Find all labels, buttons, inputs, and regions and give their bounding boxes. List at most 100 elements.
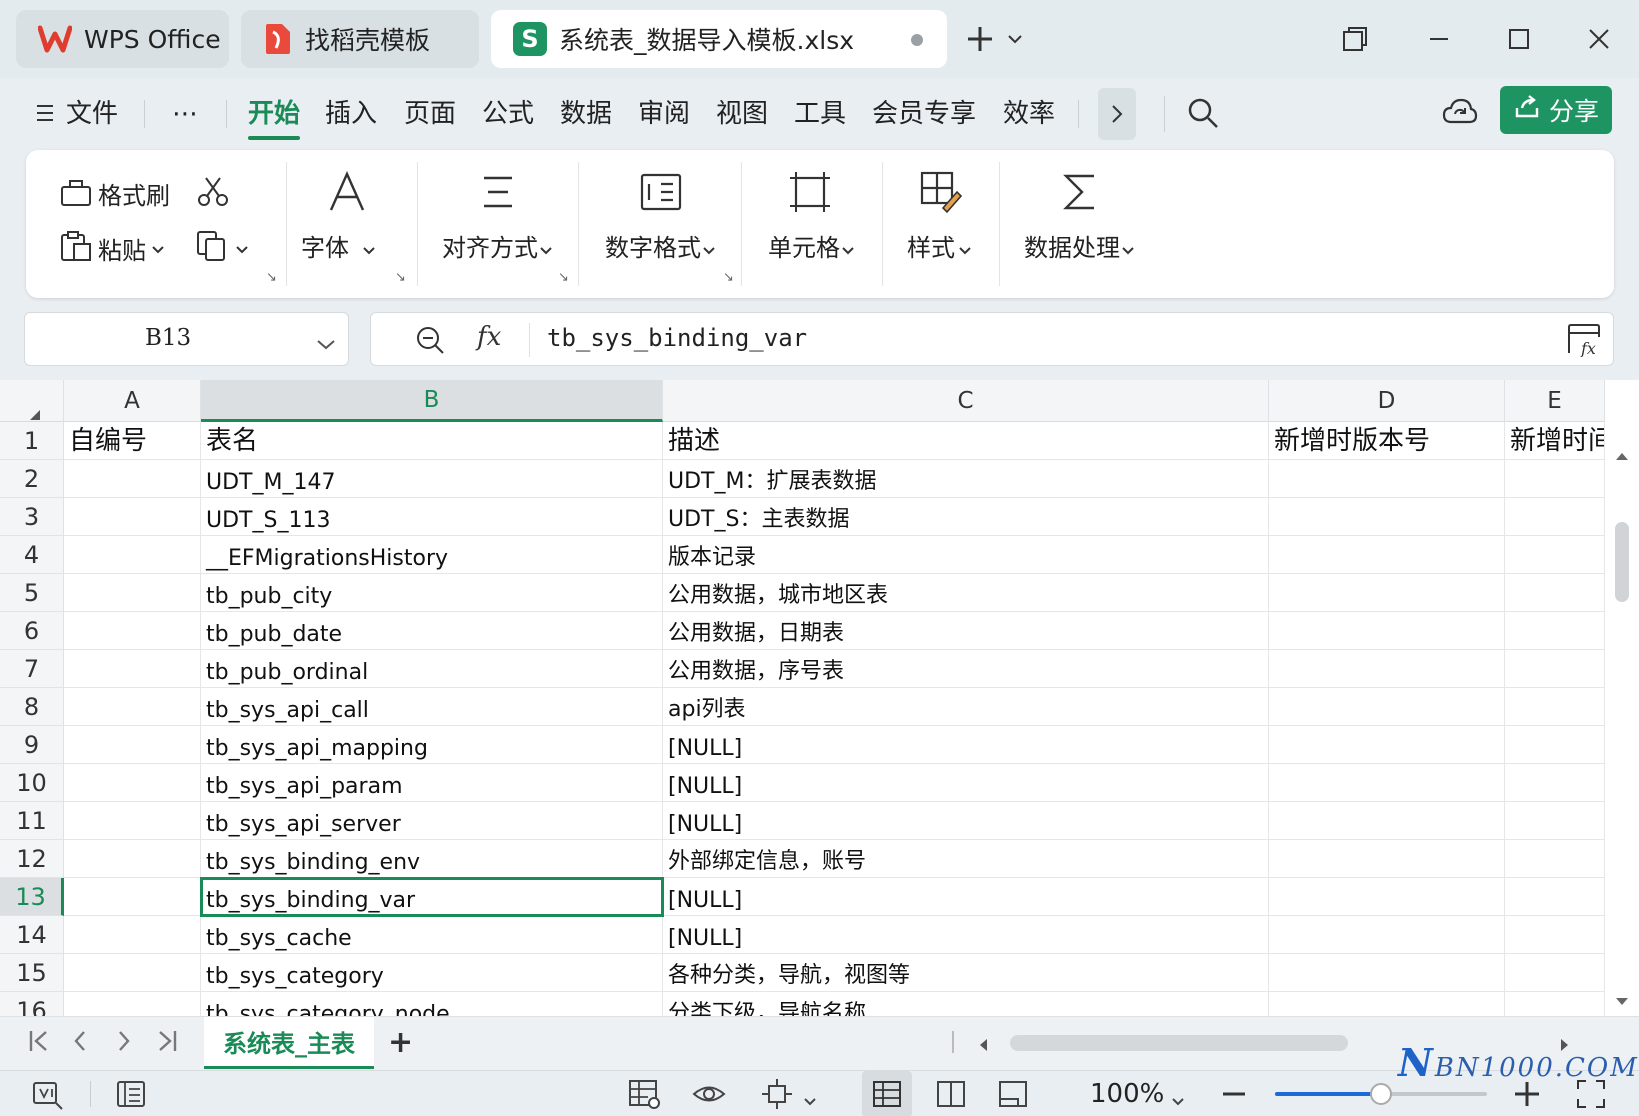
row-header[interactable]: 16 [0,992,64,1016]
cell-e2[interactable] [1505,460,1605,498]
row-header[interactable]: 6 [0,612,64,650]
row-header[interactable]: 1 [0,422,64,460]
cell-a2[interactable] [64,460,201,498]
cell-a5[interactable] [64,574,201,612]
cell-b11[interactable]: tb_sys_api_server [201,802,663,840]
tab-efficiency[interactable]: 效率 [1003,94,1055,134]
cell-c7[interactable]: 公用数据，序号表 [663,650,1269,688]
cell-a4[interactable] [64,536,201,574]
tab-spreadsheet-file[interactable]: S 系统表_数据导入模板.xlsx [491,10,947,68]
cell-a13[interactable] [64,878,201,916]
cell-c9[interactable]: [NULL] [663,726,1269,764]
cell-d13[interactable] [1269,878,1505,916]
cell-d1[interactable]: 新增时版本号 [1269,422,1505,460]
cell-c2[interactable]: UDT_M：扩展表数据 [663,460,1269,498]
dialog-launcher-icon[interactable]: ↘ [266,270,277,285]
cell-b2[interactable]: UDT_M_147 [201,460,663,498]
column-header-d[interactable]: D [1269,380,1505,422]
page-break-view-icon[interactable] [996,1077,1030,1111]
select-all-corner[interactable] [0,380,64,422]
zoom-in-icon[interactable] [1514,1081,1540,1111]
chevron-down-icon[interactable] [1172,1091,1184,1110]
row-header[interactable]: 11 [0,802,64,840]
chevron-down-icon[interactable] [317,335,335,354]
cell-e9[interactable] [1505,726,1605,764]
share-button[interactable]: 分享 [1500,86,1612,134]
row-header[interactable]: 2 [0,460,64,498]
cell-c10[interactable]: [NULL] [663,764,1269,802]
cell-d15[interactable] [1269,954,1505,992]
row-header[interactable]: 15 [0,954,64,992]
cell-c13[interactable]: [NULL] [663,878,1269,916]
cut-icon[interactable] [196,176,230,212]
expand-formula-icon[interactable]: fx [1567,323,1601,361]
cell-e8[interactable] [1505,688,1605,726]
cell-b10[interactable]: tb_sys_api_param [201,764,663,802]
cell-a1[interactable]: 自编号 [64,422,201,460]
tab-formulas[interactable]: 公式 [482,94,534,134]
cell-e12[interactable] [1505,840,1605,878]
cell-d11[interactable] [1269,802,1505,840]
cell-b3[interactable]: UDT_S_113 [201,498,663,536]
cell-c11[interactable]: [NULL] [663,802,1269,840]
more-tabs-chevron-icon[interactable] [1098,88,1136,140]
cell-e16[interactable] [1505,992,1605,1016]
cell-e7[interactable] [1505,650,1605,688]
cell-b6[interactable]: tb_pub_date [201,612,663,650]
minimize-icon[interactable] [1414,14,1464,64]
cell-d12[interactable] [1269,840,1505,878]
cell-d7[interactable] [1269,650,1505,688]
add-sheet-button[interactable]: + [388,1025,413,1060]
row-header[interactable]: 9 [0,726,64,764]
cell-d8[interactable] [1269,688,1505,726]
cell-e14[interactable] [1505,916,1605,954]
cell-c3[interactable]: UDT_S：主表数据 [663,498,1269,536]
row-header[interactable]: 10 [0,764,64,802]
name-box[interactable]: B13 [24,312,349,366]
cell-a10[interactable] [64,764,201,802]
tab-view[interactable]: 视图 [716,94,768,134]
cell-e15[interactable] [1505,954,1605,992]
column-header-c[interactable]: C [663,380,1269,422]
cell-d3[interactable] [1269,498,1505,536]
cell-c4[interactable]: 版本记录 [663,536,1269,574]
close-icon[interactable] [1574,14,1624,64]
tab-member[interactable]: 会员专享 [872,94,976,134]
table-settings-icon[interactable] [628,1077,662,1111]
row-header[interactable]: 8 [0,688,64,726]
column-header-a[interactable]: A [64,380,201,422]
fx-icon[interactable]: fx [477,322,501,352]
row-header[interactable]: 12 [0,840,64,878]
dialog-launcher-icon[interactable]: ↘ [395,270,406,285]
cell-b7[interactable]: tb_pub_ordinal [201,650,663,688]
tab-page[interactable]: 页面 [404,94,456,134]
cell-a11[interactable] [64,802,201,840]
formula-bar[interactable]: fx tb_sys_binding_var fx [370,312,1614,366]
cell-b8[interactable]: tb_sys_api_call [201,688,663,726]
cell-b9[interactable]: tb_sys_api_mapping [201,726,663,764]
data-processing-group[interactable]: 数据处理 [1000,150,1160,298]
next-sheet-icon[interactable] [116,1029,132,1060]
zoom-level[interactable]: 100% [1090,1079,1164,1109]
cell-b16[interactable]: tb_sys_category_node [201,992,663,1016]
page-layout-view-icon[interactable] [934,1077,968,1111]
formula-content[interactable]: tb_sys_binding_var [547,324,807,352]
tab-wps-office[interactable]: WPS Office [16,10,229,68]
cell-d2[interactable] [1269,460,1505,498]
cell-e11[interactable] [1505,802,1605,840]
vertical-scrollbar[interactable] [1604,422,1639,1016]
tab-docer-templates[interactable]: 找稻壳模板 [241,10,479,68]
cell-b1[interactable]: 表名 [201,422,663,460]
cloud-sync-icon[interactable] [1442,94,1478,134]
cell-c14[interactable]: [NULL] [663,916,1269,954]
cell-d5[interactable] [1269,574,1505,612]
cell-a15[interactable] [64,954,201,992]
format-painter-button[interactable]: 格式刷 [60,176,170,211]
row-header[interactable]: 5 [0,574,64,612]
cell-e3[interactable] [1505,498,1605,536]
cell-d4[interactable] [1269,536,1505,574]
row-header[interactable]: 13 [0,878,64,916]
cell-b14[interactable]: tb_sys_cache [201,916,663,954]
normal-view-button[interactable] [862,1071,912,1116]
dialog-launcher-icon[interactable]: ↘ [558,270,569,285]
